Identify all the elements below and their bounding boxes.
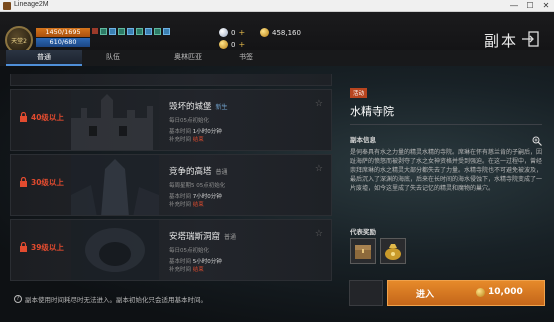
top-hud: 天堂2 1450/1695 610/680 0 + 458,160 0 + 副本 bbox=[0, 12, 554, 54]
dungeon-item-tower[interactable]: 30级以上 竞争的高塔 普通 ☆ 每周星期5 05点初始化 基本时间 7小时0分钟… bbox=[10, 154, 332, 216]
enter-area: 进入 10,000 bbox=[349, 280, 545, 306]
charge-time: 补充时间 结束 bbox=[169, 137, 204, 143]
window-title: Lineage2M bbox=[14, 1, 49, 8]
close-window-button[interactable]: ✕ bbox=[538, 0, 554, 12]
silver-coin-icon bbox=[219, 28, 228, 37]
dungeon-detail-title: 水精寺院 bbox=[350, 105, 394, 118]
base-time: 基本时间 5小时0分钟 bbox=[169, 259, 222, 265]
buff-icon[interactable] bbox=[100, 28, 107, 35]
level-requirement: 39级以上 bbox=[31, 243, 64, 252]
tab-party[interactable]: 队伍 bbox=[82, 50, 144, 66]
dungeon-item-ruined-castle[interactable]: 40级以上 毁坏的城堡 新生 ☆ 每日05点初始化 基本时间 1小时0分钟 补充时… bbox=[10, 89, 332, 151]
bookmark-star-icon[interactable]: ☆ bbox=[315, 164, 323, 174]
list-item-partial[interactable] bbox=[10, 74, 332, 86]
gold-coin-icon bbox=[476, 287, 485, 297]
dungeon-name: 竞争的高塔 普通 bbox=[169, 167, 228, 177]
mp-bar: 610/680 bbox=[36, 38, 90, 47]
buff-icon[interactable] bbox=[163, 28, 170, 35]
buff-icon[interactable] bbox=[118, 28, 125, 35]
dungeon-tag: 新生 bbox=[215, 104, 228, 111]
gold-pouch-icon bbox=[385, 244, 401, 260]
buff-icon[interactable] bbox=[127, 28, 134, 35]
base-time: 基本时间 7小时0分钟 bbox=[169, 194, 222, 200]
maximize-button[interactable]: ☐ bbox=[522, 0, 538, 12]
tab-bar: 普通 队伍 奥林匹亚 书签 bbox=[0, 50, 554, 66]
usage-note: ? 副本使用时间耗尽时无法进入。副本初始化只会适用基本时间。 bbox=[14, 294, 207, 304]
bookmark-star-icon[interactable]: ☆ bbox=[315, 229, 323, 239]
window-titlebar: Lineage2M — ☐ ✕ bbox=[0, 0, 554, 12]
dungeon-item-antharas[interactable]: 39级以上 安塔瑞斯洞窟 普通 ☆ 每日05点初始化 基本时间 5小时0分钟 补充… bbox=[10, 219, 332, 281]
reward-item-pouch[interactable] bbox=[380, 238, 406, 264]
gold2-count: 0 bbox=[231, 40, 236, 49]
gold-currency: 458,160 bbox=[260, 28, 301, 37]
level-requirement: 40级以上 bbox=[31, 113, 64, 122]
buff-icon[interactable] bbox=[145, 28, 152, 35]
dungeon-tag: 普通 bbox=[224, 234, 237, 241]
reset-info: 每日05点初始化 bbox=[169, 118, 209, 124]
buff-icon[interactable] bbox=[109, 28, 116, 35]
dungeon-stage: 40级以上 毁坏的城堡 新生 ☆ 每日05点初始化 基本时间 1小时0分钟 补充时… bbox=[0, 66, 554, 322]
exit-icon[interactable] bbox=[521, 31, 539, 47]
tab-bookmark[interactable]: 书签 bbox=[210, 50, 282, 66]
dungeon-tag: 普通 bbox=[215, 169, 228, 176]
hp-bar: 1450/1695 bbox=[36, 28, 90, 37]
base-time: 基本时间 1小时0分钟 bbox=[169, 129, 222, 135]
enter-button[interactable]: 进入 10,000 bbox=[387, 280, 545, 306]
castle-artwork bbox=[71, 90, 159, 150]
lock-icon bbox=[20, 177, 27, 187]
charge-time: 补充时间 结束 bbox=[169, 267, 204, 273]
reset-info: 每日05点初始化 bbox=[169, 248, 209, 254]
add-gold-icon[interactable]: + bbox=[238, 40, 245, 49]
divider bbox=[350, 124, 542, 125]
silver-currency: 0 + bbox=[219, 28, 245, 37]
charge-time: 补充时间 结束 bbox=[169, 202, 204, 208]
buff-icon[interactable] bbox=[154, 28, 161, 35]
add-silver-icon[interactable]: + bbox=[238, 28, 245, 37]
minimize-button[interactable]: — bbox=[506, 0, 522, 12]
help-icon: ? bbox=[14, 295, 22, 303]
gold2-coin-icon bbox=[219, 40, 228, 49]
dungeon-name: 安塔瑞斯洞窟 普通 bbox=[169, 232, 237, 242]
reward-item-chest[interactable] bbox=[350, 238, 376, 264]
bookmark-star-icon[interactable]: ☆ bbox=[315, 99, 323, 109]
buff-icon[interactable] bbox=[136, 28, 143, 35]
level-requirement: 30级以上 bbox=[31, 178, 64, 187]
reset-info: 每周星期5 05点初始化 bbox=[169, 183, 226, 189]
app-icon bbox=[3, 2, 11, 10]
silver-count: 0 bbox=[231, 28, 236, 37]
gold-count: 458,160 bbox=[272, 28, 301, 37]
tab-normal[interactable]: 普通 bbox=[6, 50, 82, 66]
lock-icon bbox=[20, 242, 27, 252]
zoom-icon[interactable] bbox=[532, 136, 542, 146]
usage-note-text: 副本使用时间耗尽时无法进入。副本初始化只会适用基本时间。 bbox=[25, 296, 207, 304]
dungeon-info-heading: 副本信息 bbox=[350, 136, 376, 144]
dungeon-detail-panel: 活动 水精寺院 副本信息 是伺奉具有水之力量的精灵水精的寺院。席琳在怀有慈兰肯的… bbox=[350, 80, 542, 193]
page-title: 副本 bbox=[484, 32, 519, 50]
lock-icon bbox=[20, 112, 27, 122]
enter-price-value: 10,000 bbox=[488, 287, 523, 297]
enter-label: 进入 bbox=[416, 290, 435, 300]
gold-coin-icon bbox=[260, 28, 269, 37]
chest-icon bbox=[355, 245, 371, 259]
enter-ticket-slot[interactable] bbox=[349, 280, 383, 306]
buff-list bbox=[100, 28, 170, 35]
reward-heading: 代表奖励 bbox=[350, 228, 376, 236]
event-badge: 活动 bbox=[350, 88, 368, 98]
tower-artwork bbox=[71, 155, 159, 215]
dungeon-list: 40级以上 毁坏的城堡 新生 ☆ 每日05点初始化 基本时间 1小时0分钟 补充时… bbox=[10, 74, 332, 284]
avatar-label: 天堂2 bbox=[11, 38, 27, 45]
status-icon bbox=[92, 28, 98, 34]
enter-price: 10,000 bbox=[476, 287, 523, 297]
dungeon-description: 是伺奉具有水之力量的精灵水精的寺院。席琳在怀有慈兰肯的子嗣后，因趾海萨的愤怒而被… bbox=[350, 149, 543, 192]
cave-artwork bbox=[71, 220, 159, 280]
dungeon-name: 毁坏的城堡 新生 bbox=[169, 102, 228, 112]
gold2-currency: 0 + bbox=[219, 40, 245, 49]
